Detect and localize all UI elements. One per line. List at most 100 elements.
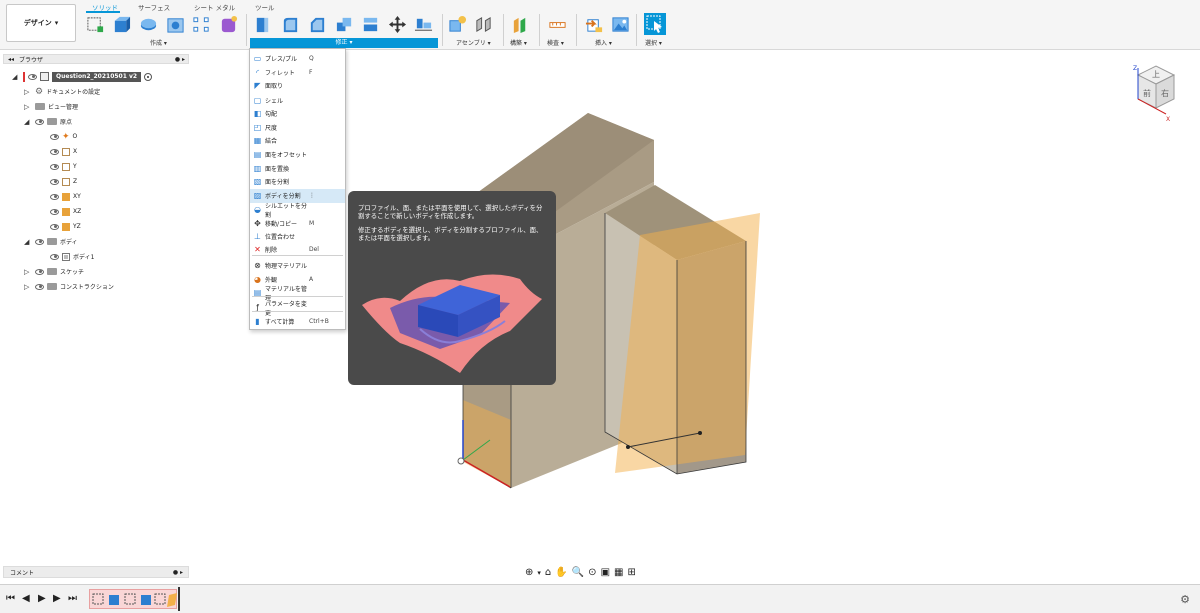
visibility-eye-icon[interactable] (50, 133, 59, 140)
align-tb-icon[interactable] (414, 15, 433, 34)
sketch-point[interactable] (626, 445, 630, 449)
collapse-triangle-icon[interactable]: ◢ (12, 73, 20, 81)
expand-triangle-icon[interactable]: ▷ (24, 268, 32, 276)
tree-item-xy-plane[interactable]: XY (50, 190, 81, 203)
add-comment-icon[interactable]: ● ▸ (173, 569, 183, 576)
menu-item-fillet[interactable]: ◜ フィレット F (250, 66, 345, 80)
play-icon[interactable]: ▶ (38, 593, 46, 604)
go-to-start-icon[interactable]: ⏮ (6, 593, 15, 604)
grid-settings-icon[interactable]: ▦ (614, 567, 623, 578)
visibility-eye-icon[interactable] (28, 73, 37, 80)
visibility-eye-icon[interactable] (50, 253, 59, 260)
expand-triangle-icon[interactable]: ▷ (24, 283, 32, 291)
group-select[interactable]: 選択 ▾ (645, 38, 662, 47)
group-modify[interactable]: 修正 ▾ (250, 38, 438, 48)
visibility-eye-icon[interactable] (50, 163, 59, 170)
collapse-triangle-icon[interactable]: ◢ (24, 238, 32, 246)
insert-derive-icon[interactable] (585, 15, 604, 34)
menu-item-shell[interactable]: ▢ シェル (250, 94, 345, 108)
tree-item-y-axis[interactable]: Y (50, 160, 77, 173)
visibility-eye-icon[interactable] (50, 193, 59, 200)
design-workspace-button[interactable]: デザイン ▾ (6, 4, 76, 42)
pin-icon[interactable]: ● ▸ (175, 56, 185, 63)
orbit-icon[interactable]: ⊕ (525, 567, 533, 578)
fillet-tb-icon[interactable] (281, 15, 300, 34)
tree-item-construction[interactable]: ▷ コンストラクション (24, 280, 114, 293)
display-settings-icon[interactable]: ▣ (601, 567, 610, 578)
menu-item-split-face[interactable]: ▧ 面を分割 (250, 175, 345, 189)
tree-root[interactable]: ◢ Question2_20210501 v2 (12, 70, 153, 83)
expand-triangle-icon[interactable]: ▷ (24, 103, 32, 111)
tree-item-body1[interactable]: ボディ1 (50, 250, 94, 263)
tree-item-xz-plane[interactable]: XZ (50, 205, 81, 218)
group-construct[interactable]: 構築 ▾ (510, 38, 527, 47)
timeline-feature-icons[interactable] (91, 591, 181, 609)
menu-item-silhouette-split[interactable]: ◒ シルエットを分割 (250, 203, 345, 219)
tree-item-document-settings[interactable]: ▷ ⚙ ドキュメントの設定 (24, 85, 100, 98)
visibility-eye-icon[interactable] (35, 118, 44, 125)
sketch-point[interactable] (698, 431, 702, 435)
activate-radio-icon[interactable] (144, 72, 153, 81)
step-forward-icon[interactable]: ▶ (53, 593, 61, 604)
go-to-end-icon[interactable]: ⏭ (68, 593, 77, 604)
group-create[interactable]: 作成 ▾ (150, 38, 167, 47)
document-name[interactable]: Question2_20210501 v2 (52, 71, 142, 82)
joint-icon[interactable] (474, 15, 493, 34)
tree-item-sketches[interactable]: ▷ スケッチ (24, 265, 84, 278)
extrude-icon[interactable] (112, 15, 131, 34)
menu-item-combine[interactable]: ▦ 結合 (250, 134, 345, 148)
measure-icon[interactable] (548, 15, 567, 34)
tab-tools[interactable]: ツール (255, 2, 275, 12)
offset-plane-icon[interactable] (511, 15, 530, 34)
visibility-eye-icon[interactable] (50, 223, 59, 230)
tree-item-x-axis[interactable]: X (50, 145, 77, 158)
visibility-eye-icon[interactable] (35, 238, 44, 245)
zoom-window-icon[interactable]: ⊙ (588, 567, 596, 578)
select-icon[interactable] (644, 13, 666, 35)
collapse-panel-icon[interactable]: ◂◂ (8, 56, 14, 63)
new-component-icon[interactable] (448, 15, 467, 34)
menu-item-compute-all[interactable]: ▮ すべて計算 Ctrl+B (250, 315, 345, 329)
expand-triangle-icon[interactable]: ▷ (24, 88, 32, 96)
press-pull-tb-icon[interactable] (253, 15, 272, 34)
revolve-icon[interactable] (139, 15, 158, 34)
menu-item-manage-materials[interactable]: ▤ マテリアルを管理 (250, 286, 345, 302)
menu-item-offset-face[interactable]: ▤ 面をオフセット (250, 148, 345, 162)
menu-item-replace-face[interactable]: ▥ 面を置換 (250, 162, 345, 176)
viewcube[interactable]: 上 前 右 Z X (1128, 60, 1184, 122)
tree-item-origin[interactable]: ◢ 原点 (24, 115, 72, 128)
create-form-icon[interactable] (219, 15, 238, 34)
collapse-triangle-icon[interactable]: ◢ (24, 118, 32, 126)
tree-item-origin-point[interactable]: ✦ O (50, 130, 77, 143)
comments-panel-header[interactable]: コメント ● ▸ (3, 566, 189, 578)
chevron-down-icon[interactable]: ▾ (537, 569, 541, 577)
menu-item-press-pull[interactable]: ▭ プレス/プル Q (250, 52, 345, 66)
create-sketch-icon[interactable] (86, 15, 105, 34)
tree-item-bodies[interactable]: ◢ ボディ (24, 235, 78, 248)
menu-item-move[interactable]: ✥ 移動/コピー M (250, 217, 345, 231)
menu-item-parameters[interactable]: ƒ パラメータを変更 (250, 301, 345, 317)
pan-icon[interactable]: ✋ (555, 567, 567, 578)
menu-item-chamfer[interactable]: ◤ 面取り (250, 79, 345, 93)
visibility-eye-icon[interactable] (50, 148, 59, 155)
tree-item-z-axis[interactable]: Z (50, 175, 77, 188)
browser-panel-header[interactable]: ◂◂ ブラウザ ● ▸ (3, 54, 189, 64)
visibility-eye-icon[interactable] (35, 268, 44, 275)
insert-image-icon[interactable] (611, 15, 630, 34)
hole-icon[interactable] (166, 15, 185, 34)
tab-sheet-metal[interactable]: シート メタル (194, 2, 235, 12)
combine-tb-icon[interactable] (335, 15, 354, 34)
pattern-icon[interactable] (192, 15, 211, 34)
group-inspect[interactable]: 検査 ▾ (547, 38, 564, 47)
zoom-icon[interactable]: 🔍 (572, 567, 584, 578)
tab-surface[interactable]: サーフェス (138, 2, 170, 12)
look-at-icon[interactable]: ⌂ (545, 567, 551, 578)
chamfer-tb-icon[interactable] (308, 15, 327, 34)
menu-item-scale[interactable]: ◰ 尺度 (250, 121, 345, 135)
group-insert[interactable]: 挿入 ▾ (595, 38, 612, 47)
timeline-marker[interactable] (178, 587, 180, 611)
menu-item-physical-material[interactable]: ⊗ 物理マテリアル (250, 259, 345, 273)
move-tb-icon[interactable] (388, 15, 407, 34)
offset-face-tb-icon[interactable] (361, 15, 380, 34)
tree-item-named-views[interactable]: ▷ ビュー管理 (24, 100, 78, 113)
